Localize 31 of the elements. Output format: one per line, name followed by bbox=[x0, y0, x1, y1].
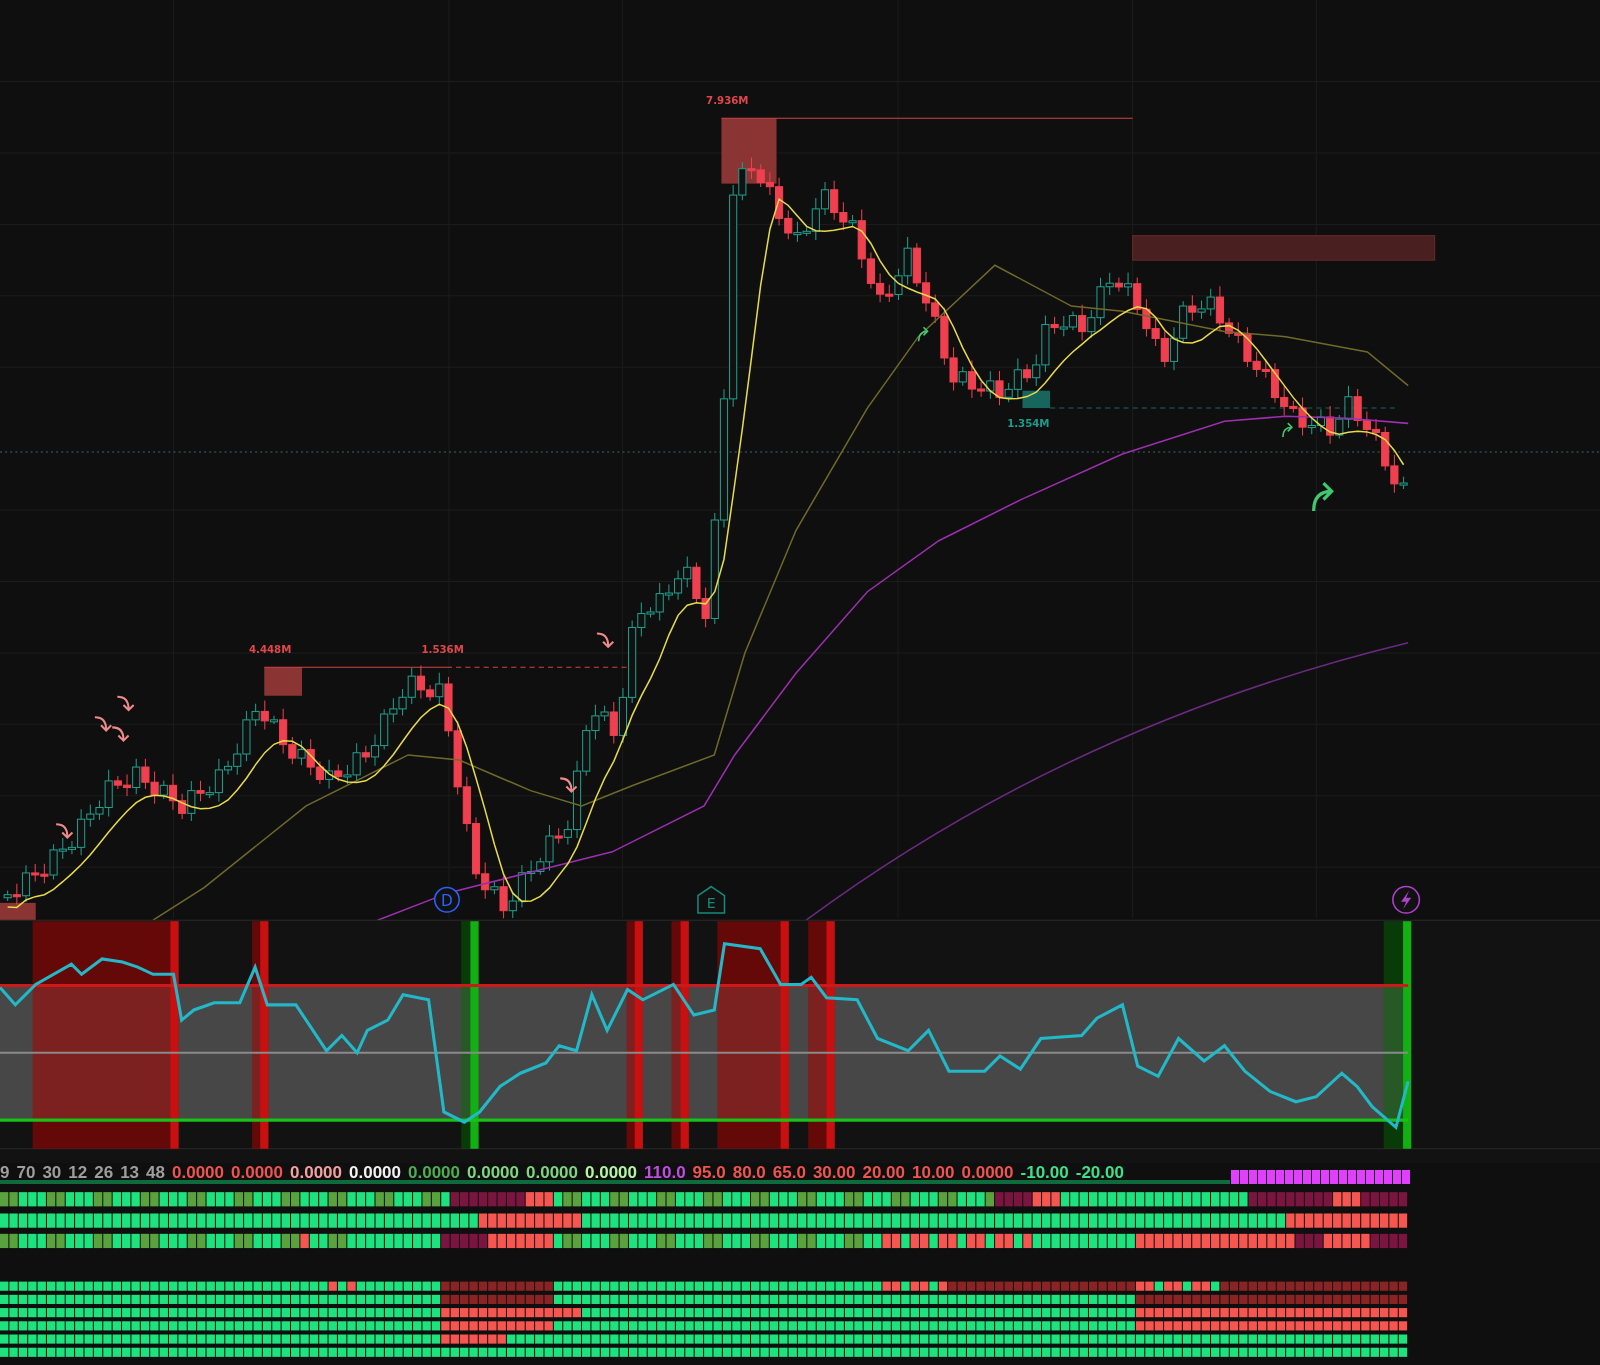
volume-label: 1.354M bbox=[1007, 418, 1050, 430]
indicator-value: 80.0 bbox=[732, 1163, 766, 1182]
indicator-value: 30 bbox=[42, 1163, 62, 1182]
indicator-value: 0.0000 bbox=[467, 1163, 519, 1182]
indicator-value: 10.00 bbox=[912, 1163, 955, 1182]
indicator-value: -10.00 bbox=[1020, 1163, 1069, 1182]
indicator-value: 48 bbox=[146, 1163, 165, 1182]
indicator-value: -20.00 bbox=[1075, 1163, 1124, 1182]
indicator-value: 70 bbox=[16, 1163, 36, 1182]
indicator-value: 110.0 bbox=[644, 1163, 686, 1182]
indicator-value: 0.0000 bbox=[961, 1163, 1014, 1182]
indicator-value: 0.0000 bbox=[585, 1163, 637, 1182]
indicator-value: 20.00 bbox=[862, 1163, 905, 1182]
indicator-value: 0.0000 bbox=[349, 1163, 401, 1182]
indicator-value: 65.0 bbox=[772, 1163, 806, 1182]
indicator-value: 95.0 bbox=[692, 1163, 726, 1182]
indicator-value: 13 bbox=[120, 1163, 140, 1182]
indicator-value: 0.0000 bbox=[290, 1163, 342, 1182]
volume-label: 7.936M bbox=[706, 95, 749, 107]
indicator-value: 0.0000 bbox=[172, 1163, 224, 1182]
indicator-value: 30.00 bbox=[812, 1163, 856, 1182]
indicator-value: 26 bbox=[94, 1163, 114, 1182]
indicator-value: 0.0000 bbox=[231, 1163, 283, 1182]
indicator-value: 9 bbox=[0, 1163, 10, 1182]
volume-label: 1.536M bbox=[421, 643, 464, 655]
dividend-marker[interactable]: D bbox=[433, 886, 460, 913]
indicator-value: 12 bbox=[68, 1163, 88, 1182]
earnings-marker[interactable]: E bbox=[697, 885, 726, 914]
volume-label: 4.448M bbox=[249, 643, 292, 655]
indicator-value: 0.0000 bbox=[408, 1163, 460, 1182]
indicator-value: 0.0000 bbox=[526, 1163, 578, 1182]
